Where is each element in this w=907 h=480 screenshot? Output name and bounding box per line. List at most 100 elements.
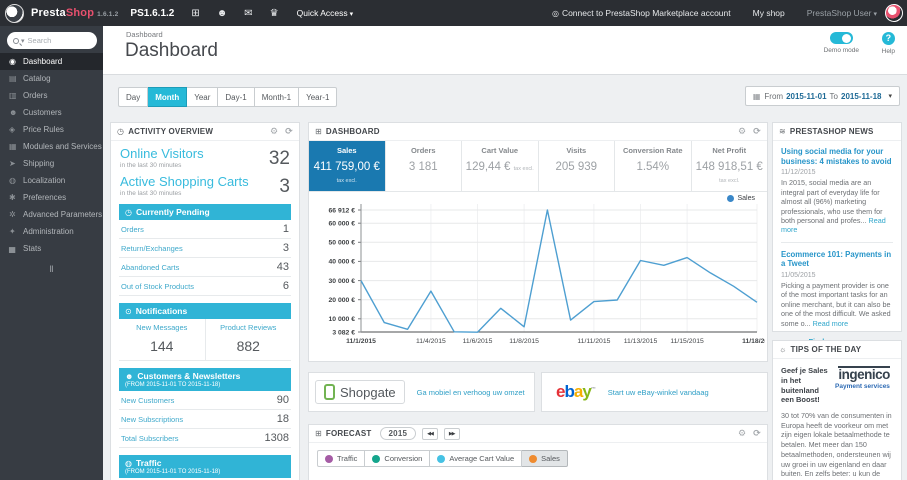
my-shop-link[interactable]: My shop (753, 8, 785, 18)
refresh-icon[interactable]: ⟳ (753, 126, 761, 137)
pending-row-returns[interactable]: Return/Exchanges 3 (119, 239, 291, 258)
row-new-customers[interactable]: New Customers 90 (119, 391, 291, 410)
gear-icon[interactable]: ⚙ (738, 428, 746, 439)
article-title-link[interactable]: Using social media for your business: 4 … (781, 147, 893, 166)
cart-icon: ⊞ (315, 429, 322, 438)
online-visitors-link[interactable]: Online Visitors (120, 146, 290, 161)
read-more-link[interactable]: Read more (813, 319, 849, 328)
sidebar-item-price-rules[interactable]: ◈ Price Rules (0, 121, 103, 138)
filter-year[interactable]: Year (187, 87, 219, 107)
breadcrumb[interactable]: Dashboard (126, 30, 163, 39)
help-icon[interactable]: ? (881, 32, 895, 45)
sidebar-item-shipping[interactable]: ➤ Shipping (0, 155, 103, 172)
chart-legend[interactable]: Sales (727, 195, 755, 202)
activity-panel-header: ◷ ACTIVITY OVERVIEW ⚙ ⟳ (111, 123, 299, 141)
sidebar-item-orders[interactable]: ▥ Orders (0, 87, 103, 104)
sidebar-item-customers[interactable]: ☻ Customers (0, 104, 103, 121)
svg-text:11/18/201: 11/18/201 (742, 338, 765, 345)
sidebar-item-catalog[interactable]: ▤ Catalog (0, 70, 103, 87)
caret-down-icon[interactable]: ▾ (21, 37, 25, 45)
date-range-button[interactable]: ▦ From 2015-11-01 To 2015-11-18 ▾ (744, 86, 900, 106)
quick-access-menu[interactable]: Quick Access ▾ (297, 8, 354, 18)
tab-sales[interactable]: Sales 411 759,00 € tax excl. (309, 141, 386, 191)
sidebar-item-administration[interactable]: ✦ Administration (0, 223, 103, 240)
section-header: ◷ Currently Pending (119, 204, 291, 220)
svg-text:30 000 €: 30 000 € (329, 278, 356, 285)
svg-text:11/1/2015: 11/1/2015 (346, 338, 376, 345)
shop-name[interactable]: PS1.6.1.2 (130, 8, 174, 19)
trophy-icon[interactable]: ♛ (270, 8, 279, 19)
svg-text:11/8/2015: 11/8/2015 (509, 338, 539, 345)
filter-month[interactable]: Month (148, 87, 188, 107)
pending-row-orders[interactable]: Orders 1 (119, 220, 291, 239)
sidebar-item-stats[interactable]: ▅ Stats (0, 240, 103, 257)
envelope-icon[interactable]: ✉ (244, 8, 252, 19)
new-messages-cell[interactable]: New Messages 144 (119, 319, 205, 360)
pending-row-out-of-stock[interactable]: Out of Stock Products 6 (119, 277, 291, 296)
demo-mode-toggle[interactable] (829, 32, 853, 44)
svg-text:11/15/2015: 11/15/2015 (670, 338, 704, 345)
legend-conversion[interactable]: Conversion (365, 450, 431, 467)
filter-year-1[interactable]: Year-1 (299, 87, 338, 107)
administration-icon: ✦ (9, 227, 16, 236)
legend-sales[interactable]: Sales (522, 450, 568, 467)
gear-icon[interactable]: ⚙ (738, 126, 746, 137)
gear-icon[interactable]: ⚙ (270, 126, 278, 137)
user-avatar[interactable] (885, 4, 903, 22)
tab-visits[interactable]: Visits 205 939 (539, 141, 615, 191)
refresh-icon[interactable]: ⟳ (285, 126, 293, 137)
caret-down-icon: ▾ (873, 11, 877, 18)
section-header: ☻ Customers & Newsletters (FROM 2015-11-01… (119, 368, 291, 391)
filter-day-1[interactable]: Day-1 (218, 87, 255, 107)
product-reviews-cell[interactable]: Product Reviews 882 (204, 319, 292, 360)
next-year-button[interactable]: ▶▶ (443, 427, 460, 440)
section-subtitle: (FROM 2015-11-01 TO 2015-11-18) (125, 382, 221, 388)
customer-icon[interactable]: ☻ (217, 8, 228, 19)
user-menu[interactable]: PrestaShop User ▾ (807, 8, 877, 18)
article-title-link[interactable]: Ecommerce 101: Payments in a Tweet (781, 250, 893, 269)
sidebar-item-modules[interactable]: ▦ Modules and Services (0, 138, 103, 155)
marketplace-link[interactable]: ◎ Connect to PrestaShop Marketplace accou… (552, 8, 731, 18)
search-input[interactable] (27, 36, 83, 45)
filter-day[interactable]: Day (118, 87, 149, 107)
legend-traffic[interactable]: Traffic (317, 450, 366, 467)
row-new-subscriptions[interactable]: New Subscriptions 18 (119, 410, 291, 429)
filter-month-1[interactable]: Month-1 (254, 87, 300, 107)
row-total-subscribers[interactable]: Total Subscribers 1308 (119, 429, 291, 448)
sidebar-item-advanced-parameters[interactable]: ✲ Advanced Parameters (0, 206, 103, 223)
help: ? Help (882, 32, 895, 55)
active-carts-link[interactable]: Active Shopping Carts (120, 174, 290, 189)
marketplace-icon: ◎ (551, 9, 559, 18)
tab-cart-value[interactable]: Cart Value 129,44 € tax excl. (462, 141, 539, 191)
tab-orders[interactable]: Orders 3 181 (386, 141, 462, 191)
svg-text:11/4/2015: 11/4/2015 (416, 338, 446, 345)
tab-net-profit[interactable]: Net Profit 148 918,51 € tax excl. (692, 141, 768, 191)
collapse-menu-icon[interactable]: ‖ (0, 264, 103, 274)
demo-mode: Demo mode (824, 32, 859, 54)
svg-text:50 000 €: 50 000 € (329, 240, 356, 247)
shopgate-link[interactable]: Ga mobiel en verhoog uw omzet (417, 388, 525, 397)
cart-icon[interactable]: ⊞ (191, 8, 199, 19)
conversion-dot (372, 454, 381, 463)
shopgate-banner[interactable]: Shopgate Ga mobiel en verhoog uw omzet (308, 372, 535, 412)
forecast-year-badge: 2015 (379, 427, 417, 440)
tab-conversion-rate[interactable]: Conversion Rate 1.54% (615, 141, 692, 191)
tip-body: 30 tot 70% van de consumenten in Europa … (781, 411, 892, 480)
sidebar-item-localization[interactable]: ◍ Localization (0, 172, 103, 189)
sidebar-item-preferences[interactable]: ✱ Preferences (0, 189, 103, 206)
section-header: ⊙ Notifications (119, 303, 291, 319)
sidebar-search[interactable]: ▾ (7, 32, 97, 49)
prestashop-logo-icon[interactable] (5, 3, 24, 23)
refresh-icon[interactable]: ⟳ (753, 428, 761, 439)
demo-mode-label: Demo mode (823, 47, 859, 54)
sidebar-item-dashboard[interactable]: ◉ Dashboard (0, 53, 103, 70)
caret-down-icon: ▾ (349, 11, 354, 18)
ebay-link[interactable]: Start uw eBay-winkel vandaag (608, 388, 709, 397)
legend-average-cart-value[interactable]: Average Cart Value (430, 450, 523, 467)
article-excerpt: In 2015, social media are an integral pa… (781, 178, 886, 235)
pending-row-abandoned-carts[interactable]: Abandoned Carts 43 (119, 258, 291, 277)
ebay-banner[interactable]: ebay™ Start uw eBay-winkel vandaag (541, 372, 768, 412)
article-date: 11/12/2015 (781, 169, 816, 177)
previous-year-button[interactable]: ◀◀ (422, 427, 438, 440)
preferences-icon: ✱ (9, 193, 16, 202)
